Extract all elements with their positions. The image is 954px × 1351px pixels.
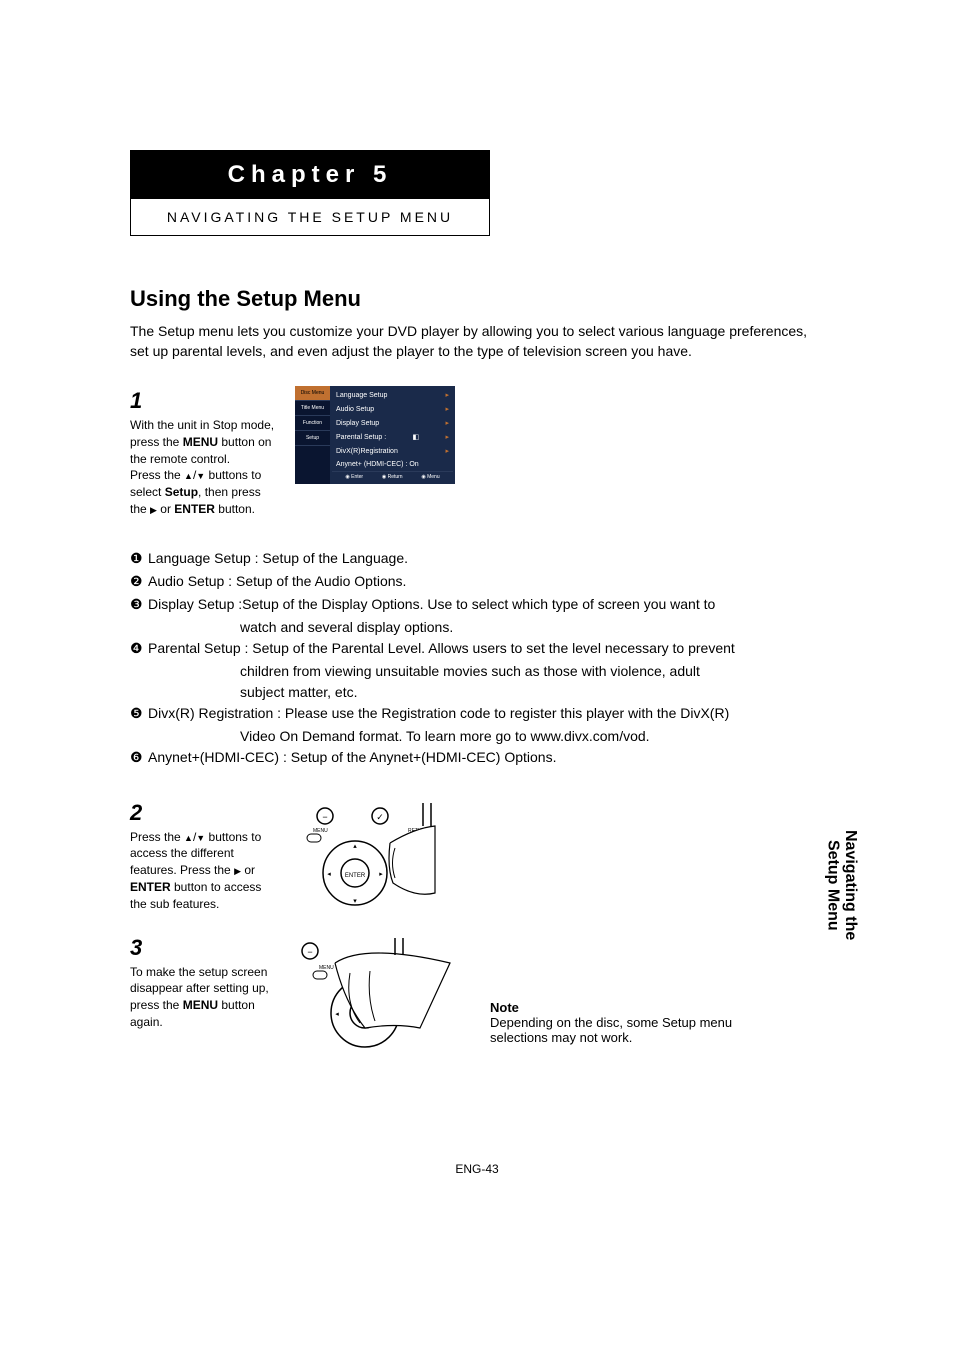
up-arrow-icon [184, 830, 193, 844]
menu-left-function: Function [295, 416, 330, 431]
step-2-number: 2 [130, 798, 280, 829]
step-1-text: 1 With the unit in Stop mode, press the … [130, 386, 280, 518]
chapter-subtitle: NAVIGATING THE SETUP MENU [131, 199, 489, 235]
svg-text:−: − [322, 812, 327, 822]
step-1: 1 With the unit in Stop mode, press the … [130, 386, 824, 518]
svg-text:◂: ◂ [335, 1011, 339, 1018]
note-body: Depending on the disc, some Setup menu s… [490, 1015, 750, 1045]
svg-text:◂: ◂ [327, 871, 331, 878]
side-tab: Navigating theSetup Menu [824, 830, 859, 940]
up-arrow-icon [184, 468, 193, 482]
menu-left-setup: Setup [295, 431, 330, 446]
setup-menu-screenshot: Disc Menu Title Menu Function Setup Lang… [295, 386, 455, 484]
svg-text:MENU: MENU [313, 828, 328, 834]
menu-left-title: Title Menu [295, 401, 330, 416]
remote-illustration-1: − ✓ MENU RETU ENTER ▴ ▾ ◂ ▸ [295, 798, 455, 918]
remote-illustration-2: − MENU ▴ ◂ [295, 933, 455, 1053]
svg-text:▴: ▴ [353, 843, 357, 850]
svg-text:▸: ▸ [379, 871, 383, 878]
chapter-title: Chapter 5 [131, 151, 489, 199]
menu-left-disc: Disc Menu [295, 386, 330, 401]
svg-text:✓: ✓ [376, 812, 384, 822]
svg-text:−: − [307, 947, 312, 957]
down-arrow-icon [196, 830, 205, 844]
chapter-heading-box: Chapter 5 NAVIGATING THE SETUP MENU [130, 150, 490, 236]
step-1-number: 1 [130, 386, 280, 417]
note-section: Note Depending on the disc, some Setup m… [490, 1000, 750, 1045]
section-title: Using the Setup Menu [130, 286, 824, 312]
definitions-list: ❶Language Setup : Setup of the Language.… [130, 548, 824, 768]
svg-text:ENTER: ENTER [345, 873, 366, 879]
right-arrow-icon [234, 863, 241, 877]
step-3-text: 3 To make the setup screen disappear aft… [130, 933, 280, 1031]
svg-text:MENU: MENU [319, 965, 334, 971]
note-title: Note [490, 1000, 750, 1015]
down-arrow-icon [196, 468, 205, 482]
page-number: ENG-43 [0, 1162, 954, 1176]
svg-text:▾: ▾ [353, 898, 357, 905]
step-2: 2 Press the / buttons to access the diff… [130, 798, 824, 918]
step-2-text: 2 Press the / buttons to access the diff… [130, 798, 280, 913]
step-3-number: 3 [130, 933, 280, 964]
right-arrow-icon [150, 502, 157, 516]
intro-paragraph: The Setup menu lets you customize your D… [130, 322, 824, 361]
